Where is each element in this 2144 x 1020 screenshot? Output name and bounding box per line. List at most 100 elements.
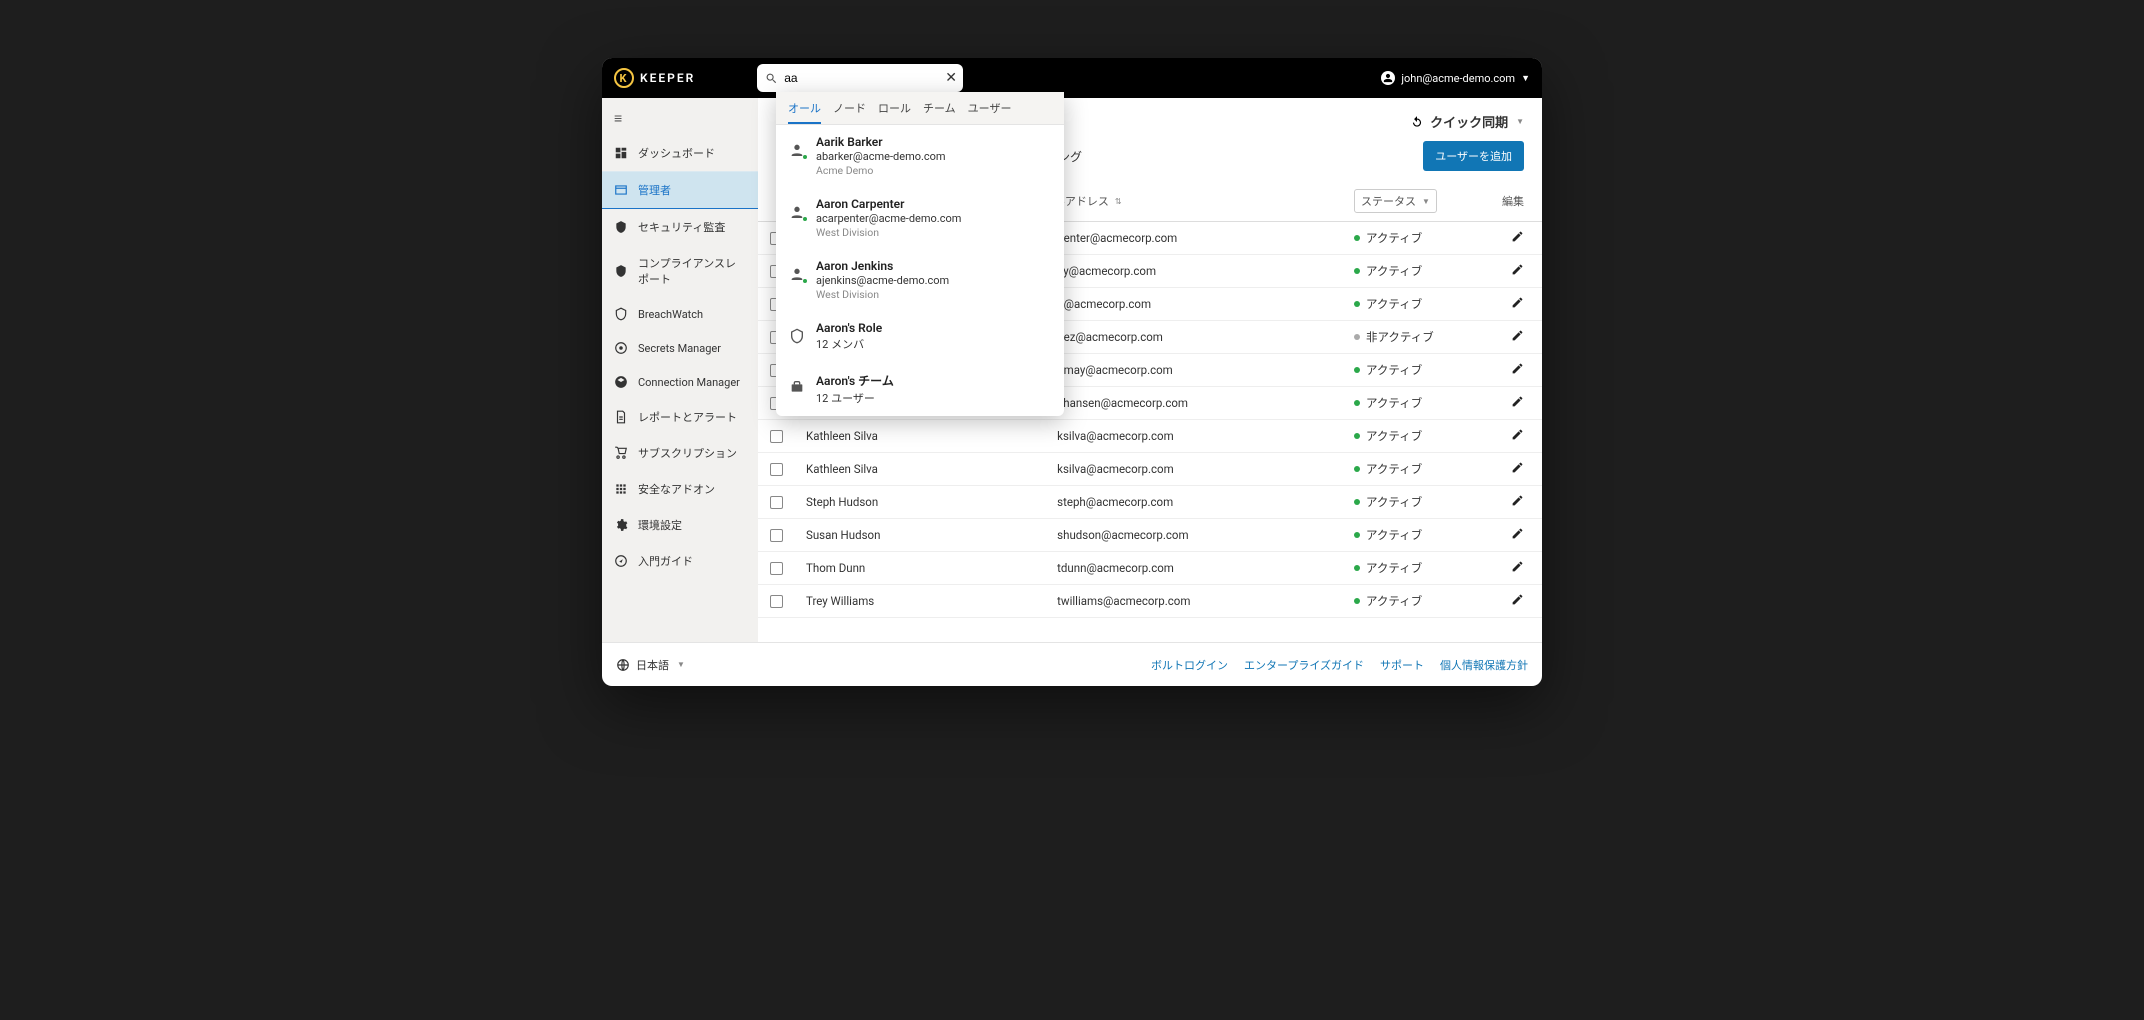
sort-icon[interactable]: ⇅ <box>1115 197 1122 206</box>
sidebar-item-dashboard[interactable]: ダッシュボード <box>602 135 758 171</box>
row-edit-button[interactable] <box>1484 494 1524 510</box>
row-email: dez@acmecorp.com <box>1057 330 1354 344</box>
quick-sync-button[interactable]: クイック同期 ▼ <box>1410 112 1524 131</box>
sidebar-item-secrets[interactable]: Secrets Manager <box>602 331 758 365</box>
caret-down-icon: ▼ <box>1422 197 1430 206</box>
search-result-user[interactable]: Aaron Jenkinsajenkins@acme-demo.comWest … <box>776 249 1064 311</box>
account-menu[interactable]: john@acme-demo.com ▼ <box>1381 71 1530 85</box>
sidebar-item-reports[interactable]: レポートとアラート <box>602 399 758 435</box>
result-title: Aarik Barker <box>816 135 946 149</box>
row-edit-button[interactable] <box>1484 428 1524 444</box>
search-result-team[interactable]: Aaron's チーム12 ユーザー <box>776 362 1064 416</box>
sidebar-item-label: ダッシュボード <box>638 145 715 161</box>
table-row[interactable]: Trey Williamstwilliams@acmecorp.comアクティブ <box>758 585 1542 618</box>
row-email: ksilva@acmecorp.com <box>1057 429 1354 443</box>
dropdown-tab-user[interactable]: ユーザー <box>968 100 1012 124</box>
search-result-user[interactable]: Aaron Carpenteracarpenter@acme-demo.comW… <box>776 187 1064 249</box>
footer-link-privacy[interactable]: 個人情報保護方針 <box>1440 657 1528 673</box>
search-box[interactable]: ✕ <box>757 64 963 92</box>
sidebar-item-label: Secrets Manager <box>638 342 721 355</box>
app-window: K KEEPER ✕ john@acme-demo.com ▼ ≡ ダッシュボー… <box>602 58 1542 686</box>
presence-dot-icon <box>802 278 808 284</box>
clear-search-icon[interactable]: ✕ <box>945 70 957 86</box>
language-selector[interactable]: 日本語 ▼ <box>616 657 685 673</box>
admin-icon <box>614 183 628 197</box>
sidebar-item-admin[interactable]: 管理者 <box>602 171 758 209</box>
row-email: twilliams@acmecorp.com <box>1057 594 1354 608</box>
row-edit-button[interactable] <box>1484 296 1524 312</box>
search-input[interactable] <box>778 71 945 85</box>
col-edit-label: 編集 <box>1484 193 1524 209</box>
row-checkbox[interactable] <box>770 430 800 443</box>
brand-logo: K KEEPER <box>614 68 695 88</box>
status-filter[interactable]: ステータス ▼ <box>1354 189 1437 213</box>
sidebar-item-label: レポートとアラート <box>638 409 737 425</box>
sidebar-item-addons[interactable]: 安全なアドオン <box>602 471 758 507</box>
footer-link-vault[interactable]: ボルトログイン <box>1151 657 1228 673</box>
row-checkbox[interactable] <box>770 496 800 509</box>
row-edit-button[interactable] <box>1484 329 1524 345</box>
dropdown-tab-role[interactable]: ロール <box>878 100 911 124</box>
table-row[interactable]: Kathleen Silvaksilva@acmecorp.comアクティブ <box>758 453 1542 486</box>
row-edit-button[interactable] <box>1484 527 1524 543</box>
result-title: Aaron's チーム <box>816 372 894 389</box>
sidebar-item-settings[interactable]: 環境設定 <box>602 507 758 543</box>
sidebar-item-label: 安全なアドオン <box>638 481 715 497</box>
row-name: Kathleen Silva <box>800 429 1057 443</box>
dropdown-tab-team[interactable]: チーム <box>923 100 956 124</box>
row-checkbox[interactable] <box>770 529 800 542</box>
table-row[interactable]: Susan Hudsonshudson@acmecorp.comアクティブ <box>758 519 1542 552</box>
row-checkbox[interactable] <box>770 463 800 476</box>
shield-outline-icon <box>614 307 628 321</box>
add-user-button[interactable]: ユーザーを追加 <box>1423 141 1524 171</box>
dropdown-results: Aarik Barkerabarker@acme-demo.comAcme De… <box>776 125 1064 416</box>
dropdown-tab-node[interactable]: ノード <box>833 100 866 124</box>
row-status: アクティブ <box>1354 296 1484 312</box>
user-icon <box>788 141 806 159</box>
sidebar-item-label: 入門ガイド <box>638 553 693 569</box>
app-body: ≡ ダッシュボード 管理者 セキュリティ監査 コンプライアンスレポート Brea… <box>602 98 1542 642</box>
search-dropdown: オール ノード ロール チーム ユーザー Aarik Barkerabarker… <box>776 92 1064 416</box>
row-edit-button[interactable] <box>1484 362 1524 378</box>
result-title: Aaron Jenkins <box>816 259 949 273</box>
search-result-user[interactable]: Aarik Barkerabarker@acme-demo.comAcme De… <box>776 125 1064 187</box>
sidebar: ≡ ダッシュボード 管理者 セキュリティ監査 コンプライアンスレポート Brea… <box>602 98 758 642</box>
row-edit-button[interactable] <box>1484 560 1524 576</box>
row-checkbox[interactable] <box>770 562 800 575</box>
apps-icon <box>614 482 628 496</box>
footer-link-guide[interactable]: エンタープライズガイド <box>1244 657 1364 673</box>
search-result-role[interactable]: Aaron's Role12 メンバ <box>776 311 1064 362</box>
sidebar-item-security-audit[interactable]: セキュリティ監査 <box>602 209 758 245</box>
table-row[interactable]: Steph Hudsonsteph@acmecorp.comアクティブ <box>758 486 1542 519</box>
table-row[interactable]: Kathleen Silvaksilva@acmecorp.comアクティブ <box>758 420 1542 453</box>
row-status: アクティブ <box>1354 593 1484 609</box>
sidebar-item-subscription[interactable]: サブスクリプション <box>602 435 758 471</box>
language-label: 日本語 <box>636 657 669 673</box>
connection-icon <box>614 375 628 389</box>
result-subtitle: ajenkins@acme-demo.com <box>816 274 949 287</box>
user-avatar-icon <box>1381 71 1395 85</box>
row-email: dmay@acmecorp.com <box>1057 363 1354 377</box>
row-edit-button[interactable] <box>1484 593 1524 609</box>
table-row[interactable]: Thom Dunntdunn@acmecorp.comアクティブ <box>758 552 1542 585</box>
dropdown-tab-all[interactable]: オール <box>788 100 821 124</box>
row-edit-button[interactable] <box>1484 230 1524 246</box>
caret-down-icon: ▼ <box>677 660 685 669</box>
row-checkbox[interactable] <box>770 595 800 608</box>
sidebar-item-label: 管理者 <box>638 182 671 198</box>
row-edit-button[interactable] <box>1484 395 1524 411</box>
row-edit-button[interactable] <box>1484 263 1524 279</box>
footer-link-support[interactable]: サポート <box>1380 657 1424 673</box>
row-status: アクティブ <box>1354 263 1484 279</box>
sidebar-item-label: コンプライアンスレポート <box>638 255 746 287</box>
sidebar-item-guide[interactable]: 入門ガイド <box>602 543 758 579</box>
sidebar-item-connection[interactable]: Connection Manager <box>602 365 758 399</box>
row-status: アクティブ <box>1354 494 1484 510</box>
menu-toggle-icon[interactable]: ≡ <box>602 106 758 135</box>
sidebar-item-compliance[interactable]: コンプライアンスレポート <box>602 245 758 297</box>
row-edit-button[interactable] <box>1484 461 1524 477</box>
topbar: K KEEPER ✕ john@acme-demo.com ▼ <box>602 58 1542 98</box>
result-subtitle: 12 ユーザー <box>816 390 894 406</box>
result-subtitle: acarpenter@acme-demo.com <box>816 212 961 225</box>
sidebar-item-breachwatch[interactable]: BreachWatch <box>602 297 758 331</box>
